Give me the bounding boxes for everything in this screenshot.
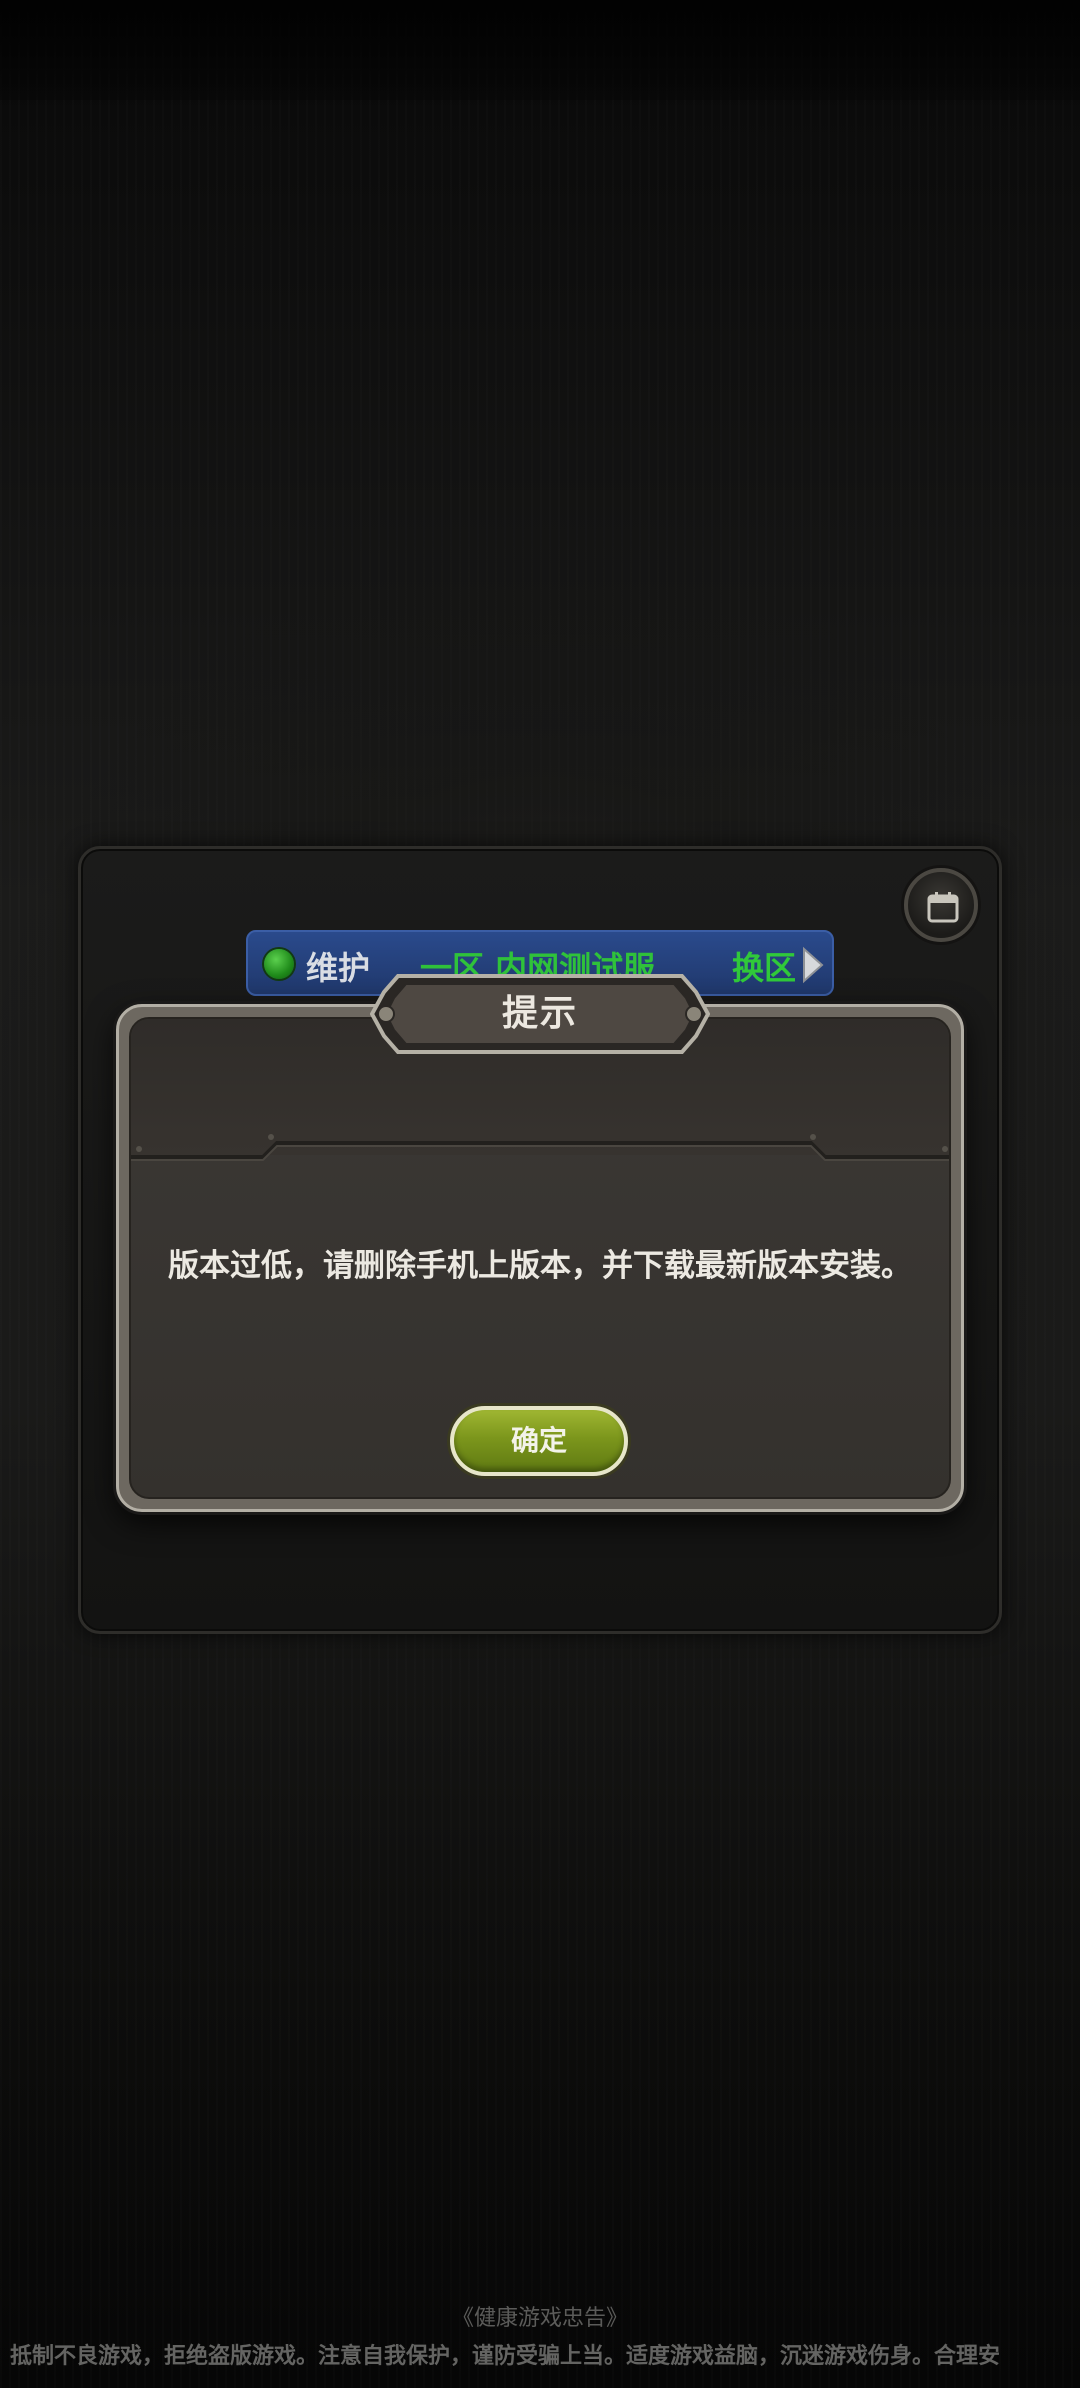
confirm-button-label: 确定 xyxy=(510,1424,567,1457)
server-status: 维护 xyxy=(306,949,371,987)
switch-server-button[interactable]: 换区 xyxy=(732,943,796,989)
dialog-title-plate: 提示 xyxy=(370,970,710,1058)
confirm-button[interactable]: 确定 xyxy=(450,1406,628,1476)
status-dot-icon xyxy=(264,949,294,979)
chevron-right-icon xyxy=(803,946,824,984)
top-shade xyxy=(0,0,1080,100)
health-advice-title: 《健康游戏忠告》 xyxy=(451,2306,628,2331)
dialog-message: 版本过低，请删除手机上版本，并下载最新版本安装。 xyxy=(168,1248,912,1284)
dialog-title: 提示 xyxy=(501,993,578,1034)
calendar-button[interactable] xyxy=(904,868,978,942)
calendar-icon xyxy=(927,892,959,923)
health-advice-text: 抵制不良游戏，拒绝盗版游戏。注意自我保护，谨防受骗上当。适度游戏益脑，沉迷游戏伤… xyxy=(10,2344,1001,2369)
game-screen: 维护 一区 内网测试服 换区 提示 版本过低，请删除手机上版本，并下载最新版本安… xyxy=(0,0,1080,2388)
